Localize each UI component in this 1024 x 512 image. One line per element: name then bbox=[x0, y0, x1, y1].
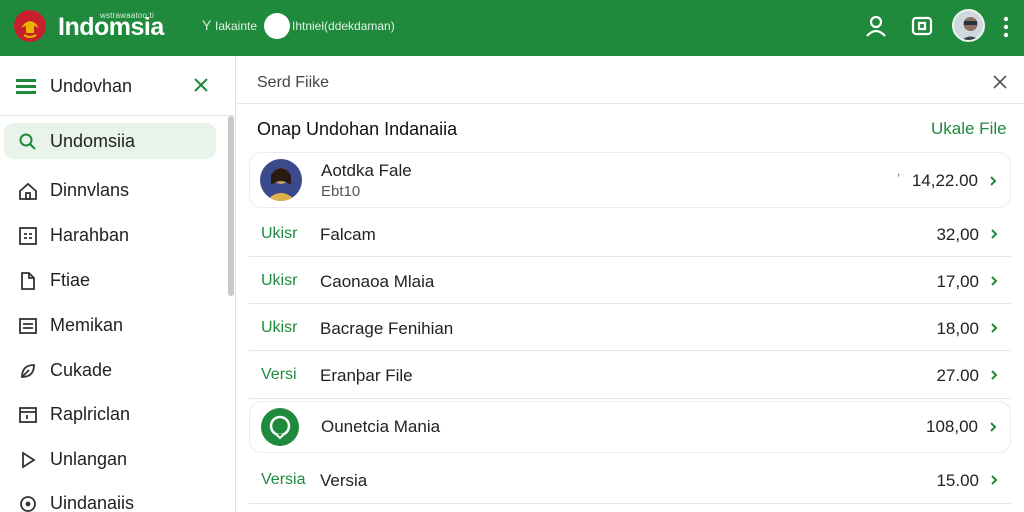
clock-icon bbox=[18, 494, 38, 512]
item-name: Aotdka Fale bbox=[321, 161, 412, 180]
view-file-link[interactable]: Ukale File bbox=[931, 119, 1007, 139]
sidebar-header: Undovhan bbox=[0, 56, 236, 112]
folder-icon bbox=[18, 405, 38, 425]
item-tag: Versi bbox=[261, 366, 297, 383]
sidebar-item-label: Uindanaiis bbox=[50, 493, 135, 512]
item-value: 15.00 bbox=[936, 471, 979, 490]
chevron-right-icon bbox=[989, 368, 999, 380]
item-name: Versia bbox=[320, 471, 368, 490]
sidebar-item-undomsiia[interactable]: Undomsiia bbox=[4, 123, 216, 159]
leaf-icon bbox=[18, 361, 38, 381]
sidebar-divider bbox=[0, 115, 236, 116]
sidebar-item-dinnvlans[interactable]: Dinnvlans bbox=[4, 172, 216, 208]
list-item[interactable]: Ukisr Bacrage Fenihian 18,00 bbox=[249, 304, 1011, 351]
list-item[interactable]: Versia Versia 15.00 bbox=[249, 456, 1011, 504]
filter-glyph[interactable]: Y bbox=[202, 17, 211, 33]
sidebar-item-cukade[interactable]: Cukade bbox=[4, 352, 216, 388]
section-title: Onap Undohan Indanaiia bbox=[257, 119, 458, 139]
list-item[interactable]: Ukisr Falcam 32,00 bbox=[249, 210, 1011, 257]
item-value: 14,22.00 bbox=[911, 171, 978, 190]
list-item[interactable]: Versi Eranþar File 27.00 bbox=[249, 351, 1011, 399]
sidebar-item-label: Ftiae bbox=[50, 270, 91, 290]
close-icon[interactable] bbox=[992, 74, 1008, 90]
sidebar-item-ftiae[interactable]: Ftiae bbox=[4, 262, 216, 298]
item-tag: Versia bbox=[261, 471, 306, 488]
top-app-bar: wstrawaatoo ti Indomsia Y Iakainte Ihtni… bbox=[0, 0, 1024, 56]
item-name: Bacrage Fenihian bbox=[320, 319, 454, 338]
item-subtitle: Ebt10 bbox=[321, 183, 361, 200]
item-value: 27.00 bbox=[936, 366, 979, 385]
sidebar-item-uindanaiis[interactable]: Uindanaiis bbox=[4, 485, 216, 512]
trend-indicator: ʼ bbox=[897, 173, 900, 185]
chevron-right-icon bbox=[989, 321, 999, 333]
sidebar-item-label: Memikan bbox=[50, 315, 124, 335]
filter-label[interactable]: Iakainte bbox=[215, 19, 257, 33]
app-title: Indomsia bbox=[58, 13, 164, 41]
sidebar-title: Undovhan bbox=[50, 76, 133, 96]
list-icon bbox=[18, 316, 38, 336]
list-item[interactable]: Ounetcia Mania 108,00 bbox=[249, 401, 1011, 453]
search-icon bbox=[18, 132, 38, 152]
item-value: 108,00 bbox=[926, 417, 978, 436]
sidebar-item-unlangan[interactable]: Unlangan bbox=[4, 441, 216, 477]
chevron-right-icon bbox=[988, 174, 998, 186]
item-name: Falcam bbox=[320, 225, 376, 244]
item-name: Ounetcia Mania bbox=[321, 417, 441, 436]
chevron-right-icon bbox=[989, 274, 999, 286]
user-icon[interactable] bbox=[862, 12, 890, 40]
main-panel: Serd Fiike Onap Undohan Indanaiia Ukale … bbox=[237, 56, 1024, 512]
play-icon bbox=[18, 450, 38, 470]
toggle-switch[interactable] bbox=[264, 13, 290, 39]
sidebar-item-label: Harahban bbox=[50, 225, 130, 245]
item-tag: Ukisr bbox=[261, 272, 298, 289]
sidebar-item-raplriclan[interactable]: Raplriclan bbox=[4, 396, 216, 432]
chevron-right-icon bbox=[989, 473, 999, 485]
item-value: 18,00 bbox=[936, 319, 979, 338]
avatar bbox=[260, 159, 302, 201]
item-name: Caonaoa Mlaia bbox=[320, 272, 435, 291]
list-item[interactable]: Ukisr Caonaoa Mlaia 17,00 bbox=[249, 257, 1011, 304]
chevron-right-icon bbox=[989, 227, 999, 239]
menu-icon[interactable] bbox=[16, 78, 36, 94]
sidebar-item-label: Unlangan bbox=[50, 449, 128, 469]
item-tag: Ukisr bbox=[261, 225, 298, 242]
more-vertical-icon[interactable] bbox=[996, 14, 1016, 40]
panel-title: Serd Fiike bbox=[257, 74, 330, 91]
chat-bubble-icon bbox=[260, 407, 300, 447]
sidebar-item-label: Dinnvlans bbox=[50, 180, 130, 200]
item-value: 32,00 bbox=[936, 225, 979, 244]
chevron-right-icon bbox=[988, 420, 998, 432]
sidebar-scrollbar[interactable] bbox=[228, 116, 234, 296]
home-icon bbox=[18, 181, 38, 201]
sidebar-item-memikan[interactable]: Memikan bbox=[4, 307, 216, 343]
item-name: Eranþar File bbox=[320, 366, 413, 385]
sidebar-item-label: Undomsiia bbox=[50, 131, 136, 151]
avatar[interactable] bbox=[952, 9, 985, 42]
sidebar-item-label: Raplriclan bbox=[50, 404, 131, 424]
grid-icon bbox=[18, 226, 38, 246]
wallet-icon[interactable] bbox=[908, 12, 936, 40]
status-text: Ihtniel(ddekdaman) bbox=[292, 19, 395, 33]
item-value: 17,00 bbox=[936, 272, 979, 291]
file-icon bbox=[18, 271, 38, 291]
garuda-emblem-icon[interactable] bbox=[12, 8, 48, 44]
sidebar-item-label: Cukade bbox=[50, 360, 113, 380]
item-tag: Ukisr bbox=[261, 319, 298, 336]
sidebar-item-harahban[interactable]: Harahban bbox=[4, 217, 216, 253]
close-icon[interactable] bbox=[192, 76, 210, 94]
panel-header: Serd Fiike bbox=[237, 56, 1024, 104]
list-item[interactable]: Aotdka Fale Ebt10 ʼ 14,22.00 bbox=[249, 152, 1011, 208]
sidebar: Undovhan Undomsiia Dinnvlans Harahban Ft… bbox=[0, 56, 236, 512]
